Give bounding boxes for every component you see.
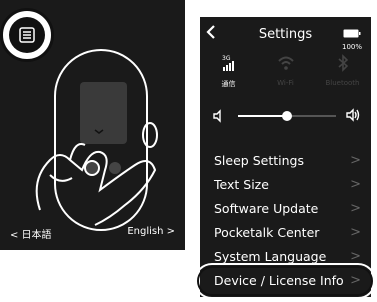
volume-thumb[interactable]	[282, 111, 292, 121]
status-wifi[interactable]: Wi-Fi	[257, 53, 314, 87]
wifi-icon	[277, 56, 294, 70]
menu-item-pocketalk-center[interactable]: Pocketalk Center >	[200, 220, 371, 244]
menu-item-sleep-settings[interactable]: Sleep Settings >	[200, 148, 371, 172]
volume-low-icon[interactable]	[212, 108, 226, 127]
highlight-ring	[197, 266, 373, 296]
menu-item-label: Pocketalk Center	[214, 224, 320, 240]
menu-item-label: System Language	[214, 248, 327, 264]
status-wifi-label: Wi-Fi	[277, 79, 294, 87]
battery-indicator: 100%	[339, 23, 365, 51]
settings-screen: Settings 100% 3G 通信 Wi-Fi Bluetooth Slee…	[200, 17, 371, 297]
status-cellular-label: 通信	[221, 80, 236, 88]
settings-header: Settings 100%	[200, 17, 371, 52]
menu-item-label: Text Size	[214, 176, 269, 192]
chevron-right-icon: >	[350, 201, 361, 216]
language-next-link[interactable]: English >	[127, 226, 175, 237]
volume-fill	[238, 115, 287, 117]
status-bluetooth-label: Bluetooth	[325, 79, 360, 87]
volume-control	[200, 101, 371, 131]
menu-button[interactable]	[0, 8, 54, 62]
volume-slider[interactable]	[238, 111, 336, 121]
battery-percent: 100%	[341, 43, 362, 51]
chevron-right-icon: >	[350, 177, 361, 192]
bluetooth-icon	[337, 54, 348, 72]
volume-high-icon[interactable]	[345, 107, 361, 127]
menu-item-text-size[interactable]: Text Size >	[200, 172, 371, 196]
status-cellular[interactable]: 3G 通信	[200, 53, 257, 89]
language-prev-link[interactable]: < 日本語	[10, 226, 52, 241]
signal-3g-label: 3G	[222, 55, 231, 62]
status-bluetooth[interactable]: Bluetooth	[314, 53, 371, 87]
chevron-right-icon: >	[350, 249, 361, 264]
menu-item-label: Sleep Settings	[214, 152, 304, 168]
chevron-right-icon: >	[350, 225, 361, 240]
menu-icon	[9, 17, 45, 53]
menu-item-label: Software Update	[214, 200, 319, 216]
chevron-right-icon: >	[350, 153, 361, 168]
connection-status-row: 3G 通信 Wi-Fi Bluetooth	[200, 53, 371, 97]
menu-item-software-update[interactable]: Software Update >	[200, 196, 371, 220]
battery-icon	[343, 29, 361, 38]
signal-icon: 3G	[222, 55, 234, 71]
